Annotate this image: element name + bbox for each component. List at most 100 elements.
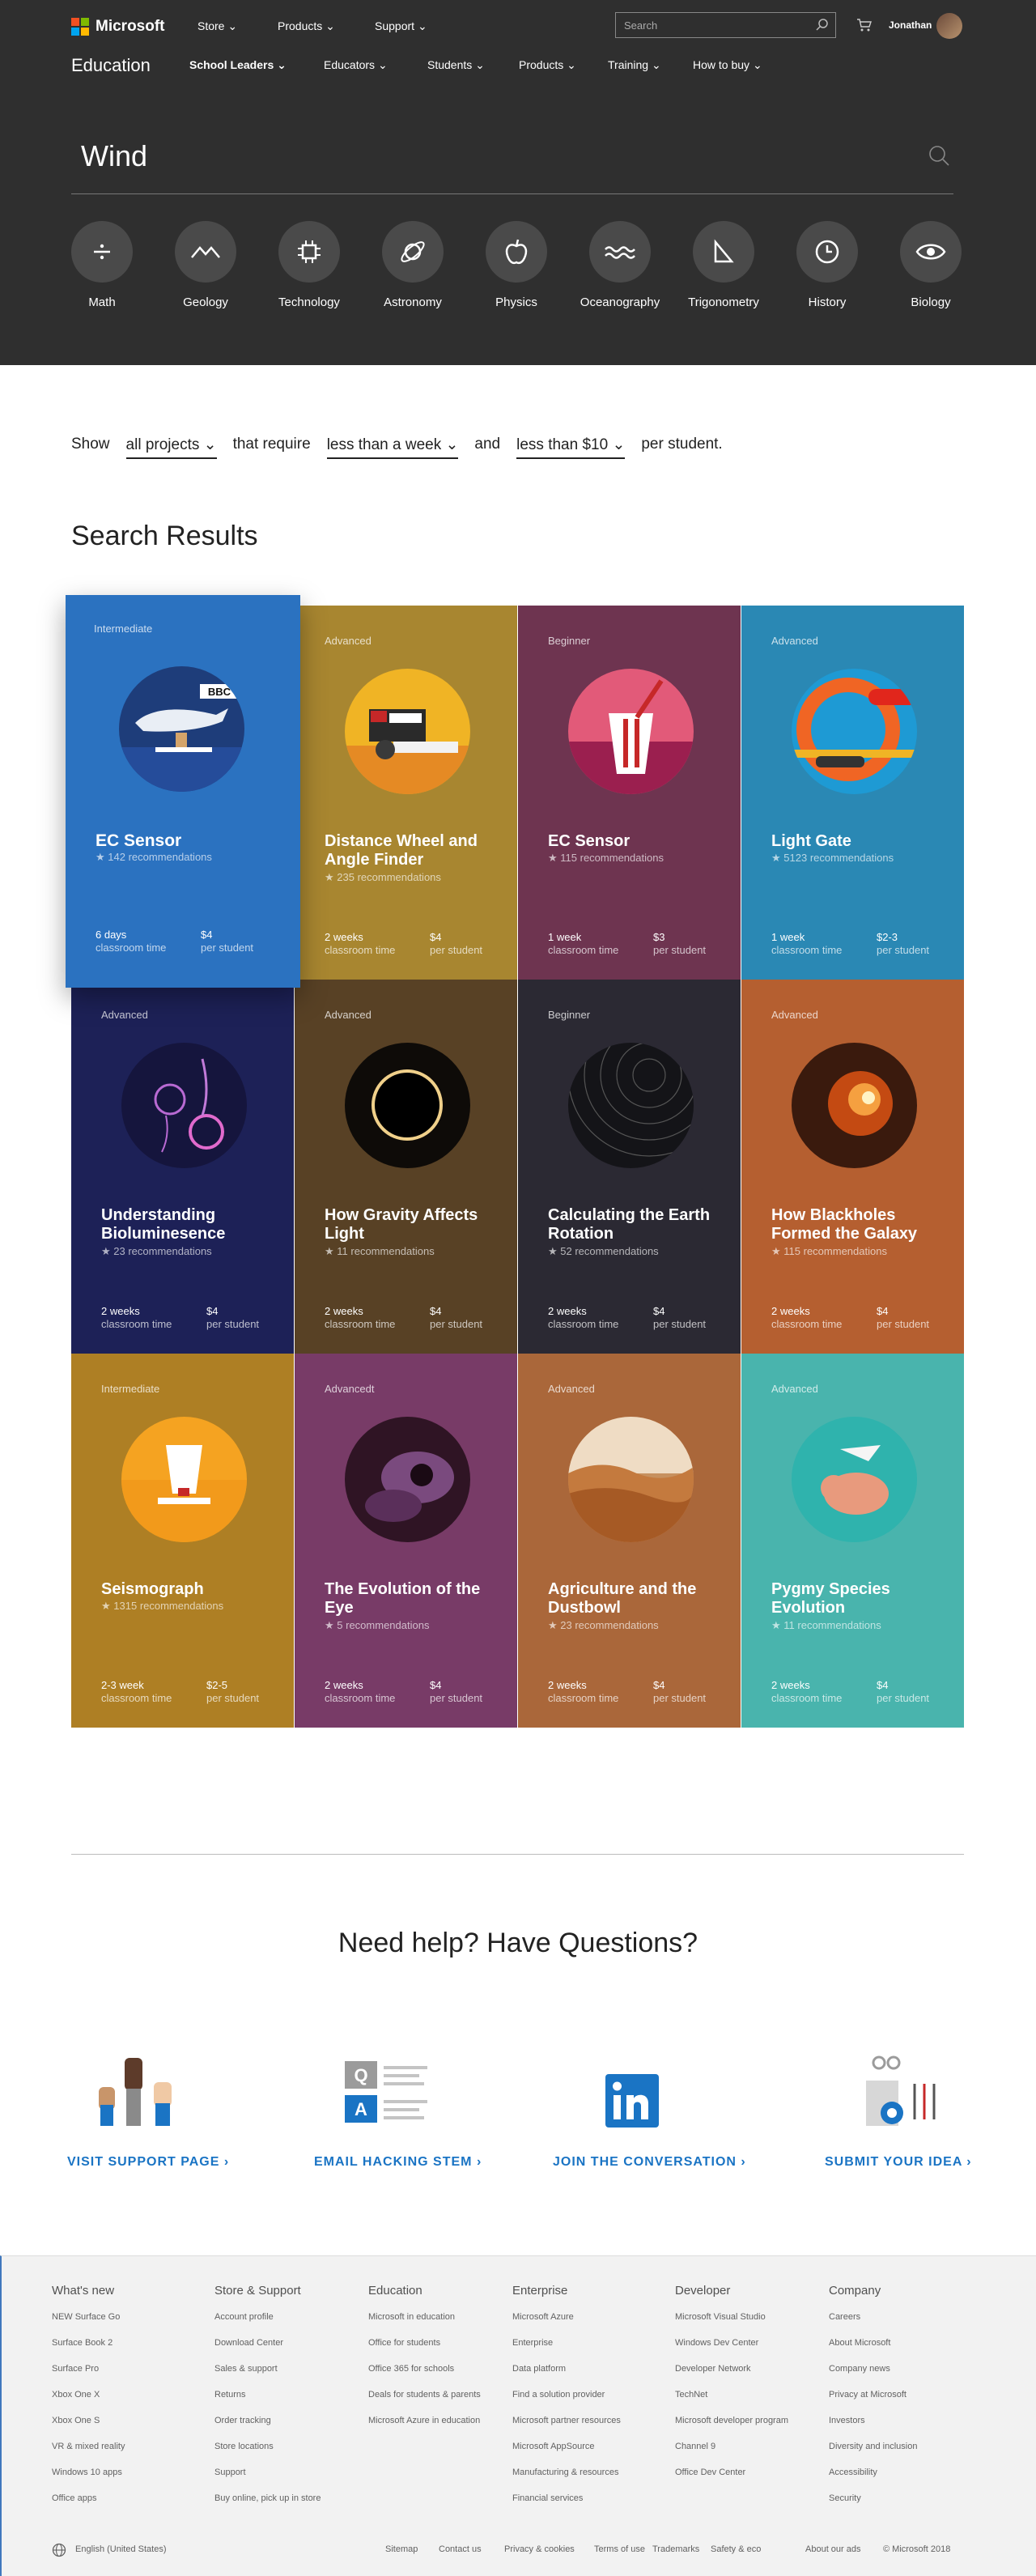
category-oceanography[interactable]: Oceanography [580, 221, 660, 309]
footer-link[interactable]: Office 365 for schools [368, 2364, 481, 2390]
category-astronomy[interactable]: Astronomy [372, 221, 453, 309]
subnav-educators[interactable]: Educators ⌄ [324, 58, 388, 72]
cost-dropdown[interactable]: less than $10 ⌄ [516, 436, 626, 459]
project-card-ec-sensor-beginner[interactable]: Beginner EC Sensor ★ 115 recommendations 1 … [518, 606, 741, 980]
search-icon[interactable] [928, 144, 950, 167]
footer-link[interactable]: Channel 9 [675, 2442, 788, 2468]
footer-link[interactable]: Accessibility [829, 2468, 917, 2493]
footer-link[interactable]: Microsoft Azure [512, 2312, 621, 2338]
subnav-school-leaders[interactable]: School Leaders ⌄ [189, 58, 287, 72]
category-biology[interactable]: Biology [890, 221, 971, 309]
search-query[interactable]: Wind [81, 139, 147, 173]
footer-link[interactable]: Find a solution provider [512, 2390, 621, 2416]
project-card-earth-rotation[interactable]: Beginner Calculating the Earth Rotation ★ … [518, 980, 741, 1354]
footer-link[interactable]: Order tracking [214, 2416, 321, 2442]
footer-link[interactable]: Manufacturing & resources [512, 2468, 621, 2493]
footer-link[interactable]: Careers [829, 2312, 917, 2338]
footer-link[interactable]: VR & mixed reality [52, 2442, 125, 2468]
footer-link[interactable]: Support [214, 2468, 321, 2493]
footer-bottom-link[interactable]: Contact us [439, 2544, 482, 2554]
footer-link[interactable]: Xbox One X [52, 2390, 125, 2416]
project-card-agriculture-dustbowl[interactable]: Advanced Agriculture and the Dustbowl ★ 23… [518, 1354, 741, 1728]
join-conversation-link[interactable]: JOIN THE CONVERSATION › [553, 2155, 746, 2170]
nav-products[interactable]: Products ⌄ [278, 19, 335, 33]
time-dropdown[interactable]: less than a week ⌄ [326, 436, 459, 459]
category-trigonometry[interactable]: Trigonometry [683, 221, 764, 309]
footer-link[interactable]: Microsoft Visual Studio [675, 2312, 788, 2338]
nav-store[interactable]: Store ⌄ [197, 19, 237, 33]
subnav-training[interactable]: Training ⌄ [608, 58, 661, 72]
subnav-products[interactable]: Products ⌄ [519, 58, 576, 72]
classroom-time: 2 weeks classroom time [548, 1305, 618, 1331]
footer-link[interactable]: Sales & support [214, 2364, 321, 2390]
footer-link[interactable]: Security [829, 2493, 917, 2519]
user-name[interactable]: Jonathan [889, 19, 932, 31]
footer-link[interactable]: Office for students [368, 2338, 481, 2364]
nav-support[interactable]: Support ⌄ [375, 19, 427, 33]
locale-selector[interactable]: English (United States) [75, 2544, 167, 2554]
footer-link[interactable]: Microsoft developer program [675, 2416, 788, 2442]
email-hacking-stem-link[interactable]: EMAIL HACKING STEM › [314, 2155, 482, 2170]
footer-link[interactable]: About Microsoft [829, 2338, 917, 2364]
footer-link[interactable]: Financial services [512, 2493, 621, 2519]
section-title[interactable]: Education [71, 55, 151, 76]
subnav-students[interactable]: Students ⌄ [427, 58, 485, 72]
footer-link[interactable]: Buy online, pick up in store [214, 2493, 321, 2519]
category-technology[interactable]: Technology [269, 221, 350, 309]
footer-bottom-link[interactable]: Sitemap [385, 2544, 418, 2554]
category-geology[interactable]: Geology [165, 221, 246, 309]
footer-link[interactable]: TechNet [675, 2390, 788, 2416]
footer-link[interactable]: Windows 10 apps [52, 2468, 125, 2493]
linkedin-icon[interactable] [605, 2074, 659, 2128]
project-card-ec-sensor[interactable]: Intermediate BBC EC Sensor ★ 142 recommenda… [66, 595, 300, 988]
project-card-seismograph[interactable]: Intermediate Seismograph ★ 1315 recommenda… [71, 1354, 294, 1728]
footer-link[interactable]: Developer Network [675, 2364, 788, 2390]
category-physics[interactable]: Physics [476, 221, 557, 309]
footer-link[interactable]: Store locations [214, 2442, 321, 2468]
avatar[interactable] [936, 13, 962, 39]
footer-link[interactable]: Returns [214, 2390, 321, 2416]
project-card-blackholes-galaxy[interactable]: Advanced How Blackholes Formed the Galaxy… [741, 980, 964, 1354]
footer-link[interactable]: Windows Dev Center [675, 2338, 788, 2364]
project-card-light-gate[interactable]: Advanced Light Gate ★ 5123 recommendations… [741, 606, 964, 980]
footer-link[interactable]: Account profile [214, 2312, 321, 2338]
category-history[interactable]: History [787, 221, 868, 309]
footer-link[interactable]: Microsoft AppSource [512, 2442, 621, 2468]
footer-link[interactable]: Xbox One S [52, 2416, 125, 2442]
footer-link[interactable]: Surface Pro [52, 2364, 125, 2390]
search-icon[interactable] [816, 18, 829, 31]
footer-link[interactable]: Privacy at Microsoft [829, 2390, 917, 2416]
footer-bottom-link[interactable]: Privacy & cookies [504, 2544, 575, 2554]
microsoft-logo[interactable]: Microsoft [71, 18, 165, 36]
footer-link[interactable]: Office Dev Center [675, 2468, 788, 2493]
footer-bottom-link[interactable]: About our ads [805, 2544, 861, 2554]
footer-bottom-link[interactable]: Trademarks [652, 2544, 699, 2554]
visit-support-link[interactable]: VISIT SUPPORT PAGE › [67, 2155, 229, 2170]
footer-bottom-link[interactable]: Terms of use [594, 2544, 645, 2554]
footer-link[interactable]: NEW Surface Go [52, 2312, 125, 2338]
subnav-how-to-buy[interactable]: How to buy ⌄ [693, 58, 762, 72]
footer-link[interactable]: Microsoft partner resources [512, 2416, 621, 2442]
projects-dropdown[interactable]: all projects ⌄ [125, 436, 217, 459]
search-input[interactable]: Search [615, 12, 836, 38]
footer-link[interactable]: Office apps [52, 2493, 125, 2519]
footer-link[interactable]: Download Center [214, 2338, 321, 2364]
project-card-pygmy-species[interactable]: Advanced Pygmy Species Evolution ★ 11 reco… [741, 1354, 964, 1728]
footer-link[interactable]: Data platform [512, 2364, 621, 2390]
footer-link[interactable]: Company news [829, 2364, 917, 2390]
footer-bottom-link[interactable]: Safety & eco [711, 2544, 761, 2554]
project-card-bioluminesence[interactable]: Advanced Understanding Bioluminesence ★ 23… [71, 980, 294, 1354]
footer-link[interactable]: Microsoft Azure in education [368, 2416, 481, 2442]
cart-icon[interactable] [856, 18, 873, 32]
category-math[interactable]: Math [62, 221, 142, 309]
footer-link[interactable]: Microsoft in education [368, 2312, 481, 2338]
submit-idea-link[interactable]: SUBMIT YOUR IDEA › [825, 2155, 972, 2170]
footer-link[interactable]: Enterprise [512, 2338, 621, 2364]
project-card-distance-wheel[interactable]: Advanced Distance Wheel and Angle Finder ★… [295, 606, 517, 980]
footer-link[interactable]: Investors [829, 2416, 917, 2442]
project-card-evolution-eye[interactable]: Advancedt The Evolution of the Eye ★ 5 rec… [295, 1354, 517, 1728]
project-card-gravity-light[interactable]: Advanced How Gravity Affects Light ★ 11 re… [295, 980, 517, 1354]
footer-link[interactable]: Deals for students & parents [368, 2390, 481, 2416]
footer-link[interactable]: Diversity and inclusion [829, 2442, 917, 2468]
footer-link[interactable]: Surface Book 2 [52, 2338, 125, 2364]
